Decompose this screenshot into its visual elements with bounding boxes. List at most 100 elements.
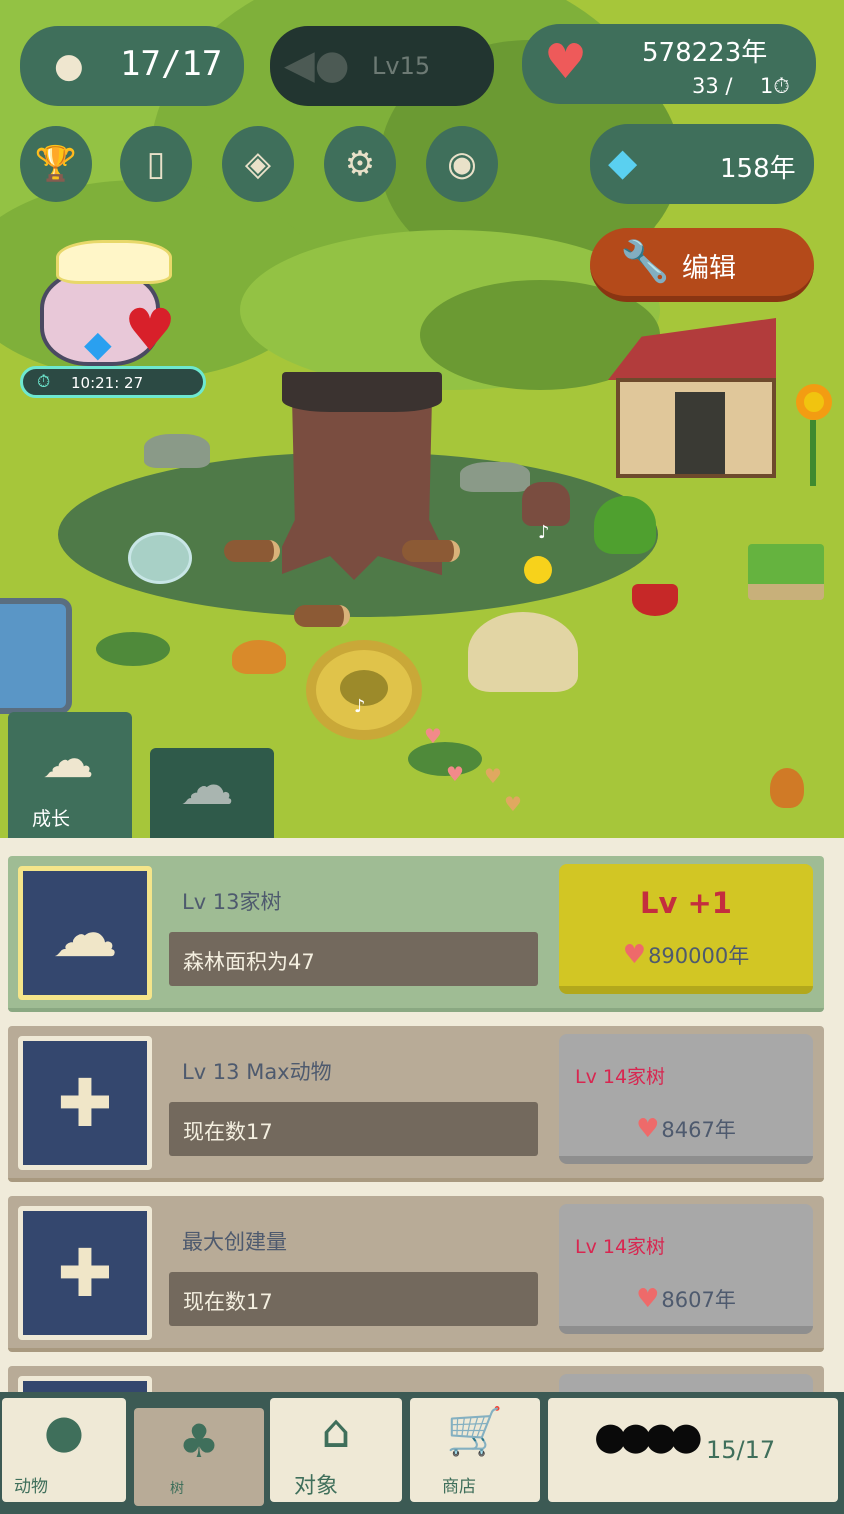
music-tree-tab[interactable]: ☁ [150,748,274,838]
gift-bag[interactable]: ◆ ♥ [36,240,186,370]
animal-burrow [468,612,578,692]
caterpillar-count: 15/17 [706,1436,776,1464]
settings-button[interactable]: ⚙ [324,126,396,202]
pet-food-bowl [632,584,678,616]
squirrel-animal[interactable] [770,768,804,808]
autumn-bush [232,640,286,674]
locked-upgrade-button[interactable]: Lv 14家树 ♥8467年 [559,1034,813,1164]
rock [460,462,530,492]
shop-cart-icon: 🛒 [446,1404,504,1458]
wrench-icon: 🔧 [620,239,670,285]
animal-count-pill[interactable]: ● 17/17 [20,26,244,106]
gift-timer-value: 10:21: 27 [71,374,144,392]
bird-icon: ● [43,1404,85,1458]
edit-button[interactable]: 🔧 编辑 [590,228,814,302]
trophy-icon: 🏆 [34,144,78,184]
pond [0,598,72,714]
sunflower [796,384,832,420]
stopwatch-icon: ⏱ [773,74,790,98]
upgrade-thumbnail: ✚ [18,1036,152,1170]
bird-nest[interactable] [306,640,422,740]
upgrade-thumbnail: ✚ [18,1206,152,1340]
lily-pad [408,742,482,776]
locked-upgrade-button[interactable]: Lv 14家树 ♥8607年 [559,1204,813,1334]
gift-bow [56,240,172,284]
barn-house[interactable] [608,318,776,478]
chick-animal[interactable] [524,556,552,584]
upgrade-card: ✚ Lv 13 Max动物 现在数17 Lv 14家树 ♥8467年 [8,1026,824,1182]
map-button[interactable]: ◈ [222,126,294,202]
nav-shop[interactable]: 🛒 商店 [410,1398,540,1502]
camera-button[interactable]: ◉ [426,126,498,202]
nav-shop-label: 商店 [442,1477,476,1497]
required-level-label: Lv 14家树 [575,1066,666,1088]
upgrade-cost: ♥8467年 [636,1114,736,1144]
level-value: Lv15 [372,52,431,80]
max-animal-icon: ✚ [57,1064,113,1142]
heart-icon: ♥ [622,940,647,970]
gems-count: 158年 [720,154,796,184]
animal-count: 17/17 [120,44,223,84]
level-pill[interactable]: ◀● Lv15 [270,26,494,106]
fish-icon: ◀● [284,42,350,88]
bottom-nav: ● 动物 ♣ 树 ⌂ 对象 🛒 商店 ●●●● 15/17 [0,1392,844,1514]
upgrade-info: 现在数17 [169,1102,538,1156]
heart-icon[interactable]: ♥ [424,724,442,748]
nav-objects-label: 对象 [294,1474,339,1499]
log [294,605,350,627]
log [224,540,280,562]
gift-timer: ⏱ 10:21: 27 [20,366,206,398]
grow-tab-label: 成长 [32,808,71,830]
upgrade-title: Lv 13 Max动物 [182,1060,332,1084]
tree-icon: ☁ [42,730,94,790]
upgrade-thumbnail: ☁ [18,866,152,1000]
game-scene[interactable]: ♪ ♪ ♥ ♥ ♥ ♥ ● 17/17 ◀● Lv15 ♥ 578223年 33… [0,0,844,838]
hearts-total: 578223年 [642,38,768,68]
fishbowl [128,532,192,584]
upgrade-cost: ♥8607年 [636,1284,736,1314]
heart-icon[interactable]: ♥ [484,764,502,788]
rock [144,434,210,468]
tree-stump [522,482,570,526]
trophy-button[interactable]: 🏆 [20,126,92,202]
heart-icon[interactable]: ♥ [446,762,464,786]
upgrade-card: ☁ Lv 13家树 森林面积为47 Lv +1 ♥890000年 [8,856,824,1012]
heart-icon: ♥ [636,1114,660,1144]
gems-pill[interactable]: ◆ 158年 [590,124,814,204]
upgrade-cost: ♥890000年 [622,940,750,970]
diamond-icon: ◆ [84,324,112,365]
planter-box [748,544,824,600]
nav-animals[interactable]: ● 动物 [2,1398,126,1502]
heart-icon[interactable]: ♥ [504,792,522,816]
cards-button[interactable]: ▯ [120,126,192,202]
upgrade-card: ✚ 最大创建量 现在数17 Lv 14家树 ♥8607年 [8,1196,824,1352]
cards-icon: ▯ [146,144,166,184]
upgrade-title: 最大创建量 [182,1230,287,1254]
upgrade-title: Lv 13家树 [182,890,282,914]
required-level-label: Lv 14家树 [575,1236,666,1258]
hearts-pill[interactable]: ♥ 578223年 33 / 1⏱ [522,24,816,104]
bush [594,496,656,554]
nav-caterpillar[interactable]: ●●●● 15/17 [548,1398,838,1502]
upgrade-panel[interactable]: ☁ Lv 13家树 森林面积为47 Lv +1 ♥890000年 ✚ Lv 13… [0,838,844,1396]
hearts-rate: 33 / [692,74,733,98]
nav-objects[interactable]: ⌂ 对象 [270,1398,402,1502]
tree-icon: ☁ [52,894,118,972]
level-up-button[interactable]: Lv +1 ♥890000年 [559,864,813,994]
diamond-icon: ◆ [608,140,638,184]
heart-icon: ♥ [636,1284,660,1314]
gear-icon: ⚙ [344,144,376,184]
nav-trees[interactable]: ♣ 树 [134,1408,264,1506]
hearts-rate-unit: 1⏱ [760,74,790,98]
level-up-label: Lv +1 [640,886,732,920]
heart-icon: ♥ [544,34,588,90]
upgrade-info: 森林面积为47 [169,932,538,986]
camera-icon: ◉ [447,144,477,184]
stopwatch-icon: ⏱ [37,372,51,392]
caterpillar-icon: ●●●● [594,1414,703,1458]
house-icon: ⌂ [321,1404,351,1458]
grow-tab[interactable]: ☁ 成长 [8,712,132,838]
log [402,540,460,562]
caterpillar-plus-icon: ✚ [57,1234,113,1312]
music-note-icon: ♪ [538,522,550,543]
